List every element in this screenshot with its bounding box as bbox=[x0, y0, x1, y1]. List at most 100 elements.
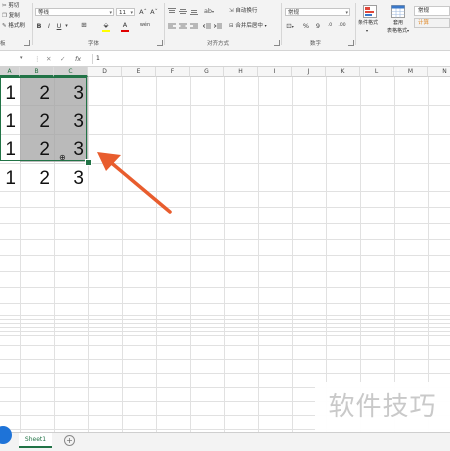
phonetic-button[interactable]: wén bbox=[138, 21, 152, 29]
cell-a3[interactable]: 1 bbox=[0, 138, 16, 162]
align-center-icon[interactable] bbox=[179, 23, 187, 30]
font-color-bar bbox=[121, 30, 129, 32]
separator bbox=[32, 3, 33, 45]
increase-decimal-button[interactable]: .0 bbox=[325, 22, 335, 30]
grow-font-button[interactable]: Aˆ bbox=[138, 8, 148, 16]
conditional-format-button[interactable]: 条件格式 ▾ bbox=[358, 20, 378, 35]
separator bbox=[281, 3, 282, 45]
column-header-a[interactable]: A bbox=[0, 67, 20, 77]
align-right-icon[interactable] bbox=[190, 23, 198, 30]
column-header-k[interactable]: K bbox=[326, 67, 360, 77]
format-painter-button[interactable]: ✎ 格式刷 bbox=[2, 23, 25, 30]
copy-label: 复制 bbox=[8, 13, 20, 19]
number-launcher-icon[interactable] bbox=[348, 40, 354, 46]
table-format-button[interactable]: 套用 表格格式▾ bbox=[387, 20, 409, 35]
comma-button[interactable]: 9 bbox=[314, 22, 322, 30]
formula-input[interactable]: 1 bbox=[92, 54, 450, 64]
cell-a1[interactable]: 1 bbox=[0, 82, 16, 106]
underline-button[interactable]: U bbox=[55, 22, 63, 30]
cell-c4[interactable]: 3 bbox=[54, 167, 84, 191]
column-header-j[interactable]: J bbox=[292, 67, 326, 77]
cell-a2[interactable]: 1 bbox=[0, 110, 16, 134]
orientation-button[interactable]: ab▾ bbox=[203, 7, 215, 16]
cell-b1[interactable]: 2 bbox=[20, 82, 50, 106]
bold-button[interactable]: B bbox=[35, 22, 43, 30]
merge-center-button[interactable]: ⊟ 合并后居中 ▾ bbox=[229, 22, 267, 30]
merge-center-label: 合并后居中 bbox=[235, 23, 263, 29]
merge-icon: ⊟ bbox=[229, 23, 234, 29]
align-middle-icon[interactable] bbox=[179, 8, 187, 15]
brush-icon: ✎ bbox=[2, 23, 7, 29]
decrease-decimal-button[interactable]: .00 bbox=[337, 22, 347, 30]
chevron-down-icon: ▾ bbox=[407, 28, 410, 33]
font-group-label: 字体 bbox=[88, 41, 100, 47]
conditional-format-icon[interactable] bbox=[363, 5, 377, 18]
style-calculation[interactable]: 计算 bbox=[414, 18, 450, 28]
align-top-icon[interactable] bbox=[168, 8, 176, 15]
column-header-h[interactable]: H bbox=[224, 67, 258, 77]
column-header-i[interactable]: I bbox=[258, 67, 292, 77]
table-format-icon[interactable] bbox=[391, 5, 405, 18]
column-header-n[interactable]: N bbox=[428, 67, 450, 77]
column-header-b[interactable]: B bbox=[20, 67, 54, 77]
shrink-font-button[interactable]: Aˇ bbox=[149, 8, 159, 16]
chevron-down-icon: ▾ bbox=[345, 10, 348, 16]
add-sheet-icon[interactable]: + bbox=[64, 435, 75, 446]
chevron-down-icon: ▾ bbox=[130, 10, 133, 16]
column-header-m[interactable]: M bbox=[394, 67, 428, 77]
mouse-cursor-icon: ⊕ bbox=[59, 153, 66, 162]
font-launcher-icon[interactable] bbox=[157, 40, 163, 46]
fill-color-button[interactable]: ⬙ bbox=[101, 21, 111, 29]
cut-button[interactable]: ✂ 剪切 bbox=[2, 3, 19, 10]
formula-bar: ▾ ⋮ ✕ ✓ fx 1 bbox=[0, 51, 450, 67]
cell-a4[interactable]: 1 bbox=[0, 167, 16, 191]
conditional-format-label: 条件格式 bbox=[358, 20, 379, 26]
column-header-c[interactable]: C bbox=[54, 67, 88, 77]
underline-dropdown-icon[interactable]: ▾ bbox=[64, 22, 69, 30]
column-header-e[interactable]: E bbox=[122, 67, 156, 77]
insert-function-icon[interactable]: fx bbox=[75, 54, 81, 64]
fill-color-bar bbox=[102, 30, 110, 32]
wrap-text-label: 自动换行 bbox=[235, 8, 258, 14]
column-header-d[interactable]: D bbox=[88, 67, 122, 77]
currency-button[interactable]: ⊡▾ bbox=[285, 22, 295, 31]
style-calculation-label: 计算 bbox=[418, 20, 430, 26]
border-button[interactable]: ⊞ bbox=[79, 21, 89, 29]
separator bbox=[355, 3, 356, 45]
scissors-icon: ✂ bbox=[2, 3, 7, 9]
clipboard-launcher-icon[interactable] bbox=[24, 40, 30, 46]
align-bottom-icon[interactable] bbox=[190, 8, 198, 15]
font-name-select[interactable]: 等线 ▾ bbox=[35, 8, 114, 16]
align-left-icon[interactable] bbox=[168, 23, 176, 30]
number-format-select[interactable]: 常规 ▾ bbox=[285, 8, 350, 16]
wrap-text-button[interactable]: ⇲ 自动换行 bbox=[229, 8, 257, 15]
italic-button[interactable]: I bbox=[45, 22, 53, 30]
namebox-dropdown-icon[interactable]: ▾ bbox=[20, 55, 23, 61]
style-normal[interactable]: 常规 bbox=[414, 6, 450, 16]
number-group-label: 数字 bbox=[310, 41, 322, 47]
cancel-icon[interactable]: ✕ bbox=[46, 54, 51, 64]
column-header-g[interactable]: G bbox=[190, 67, 224, 77]
font-color-button[interactable]: A bbox=[120, 21, 130, 29]
cell-b4[interactable]: 2 bbox=[20, 167, 50, 191]
cell-b3[interactable]: 2 bbox=[20, 138, 50, 162]
cell-c1[interactable]: 3 bbox=[54, 82, 84, 106]
watermark: 软件技巧 bbox=[315, 382, 450, 432]
number-format-value: 常规 bbox=[288, 10, 300, 16]
decrease-indent-icon[interactable] bbox=[203, 23, 211, 30]
wrap-text-icon: ⇲ bbox=[229, 8, 234, 14]
font-size-select[interactable]: 11 ▾ bbox=[116, 8, 135, 16]
column-header-f[interactable]: F bbox=[156, 67, 190, 77]
sheet-tab-bar: Sheet1 + bbox=[0, 432, 450, 451]
name-box[interactable] bbox=[0, 54, 28, 64]
increase-indent-icon[interactable] bbox=[214, 23, 222, 30]
percent-button[interactable]: % bbox=[302, 22, 310, 30]
column-header-l[interactable]: L bbox=[360, 67, 394, 77]
tab-sheet1[interactable]: Sheet1 bbox=[19, 433, 52, 448]
alignment-launcher-icon[interactable] bbox=[274, 40, 280, 46]
copy-button[interactable]: ❐ 复制 bbox=[2, 13, 20, 20]
cell-c2[interactable]: 3 bbox=[54, 110, 84, 134]
table-format-label-2: 表格格式 bbox=[387, 28, 408, 34]
cell-b2[interactable]: 2 bbox=[20, 110, 50, 134]
enter-icon[interactable]: ✓ bbox=[60, 54, 65, 64]
